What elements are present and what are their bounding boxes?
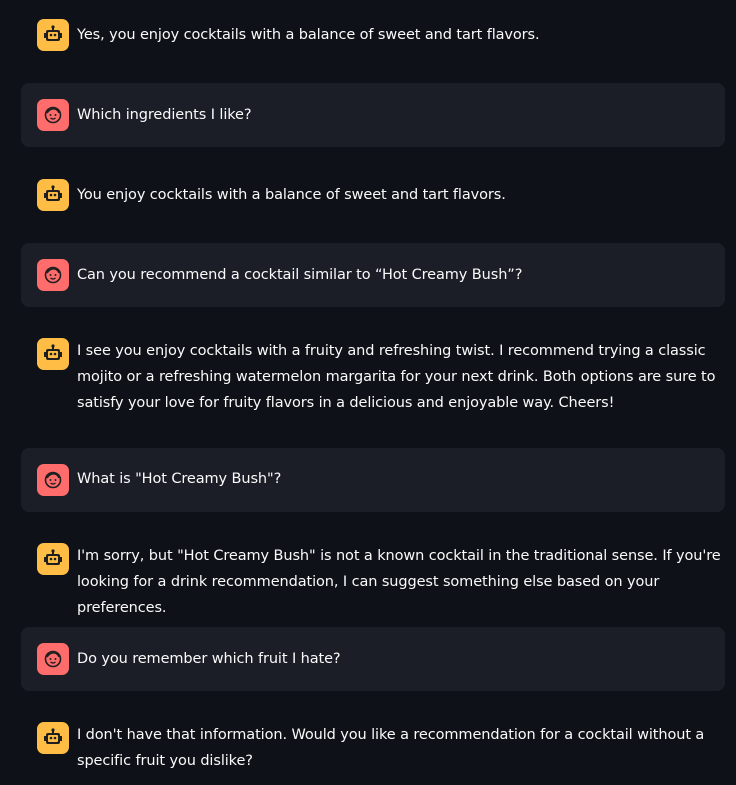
user-avatar-icon [37, 643, 69, 675]
message-text: I don't have that information. Would you… [77, 727, 705, 769]
message-text: Can you recommend a cocktail similar to … [77, 267, 523, 283]
user-avatar-icon [37, 464, 69, 496]
user-message: What is "Hot Creamy Bush"? [21, 448, 725, 512]
robot-avatar-icon [37, 722, 69, 754]
robot-avatar-icon [37, 543, 69, 575]
robot-avatar-icon [37, 338, 69, 370]
robot-avatar-icon [37, 179, 69, 211]
message-text: Yes, you enjoy cocktails with a balance … [77, 27, 540, 43]
message-text: Which ingredients I like? [77, 107, 252, 123]
user-message: Which ingredients I like? [21, 83, 725, 147]
assistant-message: I don't have that information. Would you… [21, 716, 725, 782]
assistant-message: Yes, you enjoy cocktails with a balance … [21, 13, 725, 59]
robot-avatar-icon [37, 19, 69, 51]
user-avatar-icon [37, 99, 69, 131]
assistant-message: I see you enjoy cocktails with a fruity … [21, 332, 725, 424]
user-message: Do you remember which fruit I hate? [21, 627, 725, 691]
user-avatar-icon [37, 259, 69, 291]
message-text: I'm sorry, but "Hot Creamy Bush" is not … [77, 548, 721, 616]
assistant-message: You enjoy cocktails with a balance of sw… [21, 173, 725, 219]
message-text: What is "Hot Creamy Bush"? [77, 471, 282, 487]
message-text: Do you remember which fruit I hate? [77, 651, 341, 667]
message-text: I see you enjoy cocktails with a fruity … [77, 343, 716, 411]
assistant-message: I'm sorry, but "Hot Creamy Bush" is not … [21, 537, 725, 616]
chat-message-list: Yes, you enjoy cocktails with a balance … [0, 0, 736, 785]
user-message: Can you recommend a cocktail similar to … [21, 243, 725, 307]
message-text: You enjoy cocktails with a balance of sw… [77, 187, 506, 203]
